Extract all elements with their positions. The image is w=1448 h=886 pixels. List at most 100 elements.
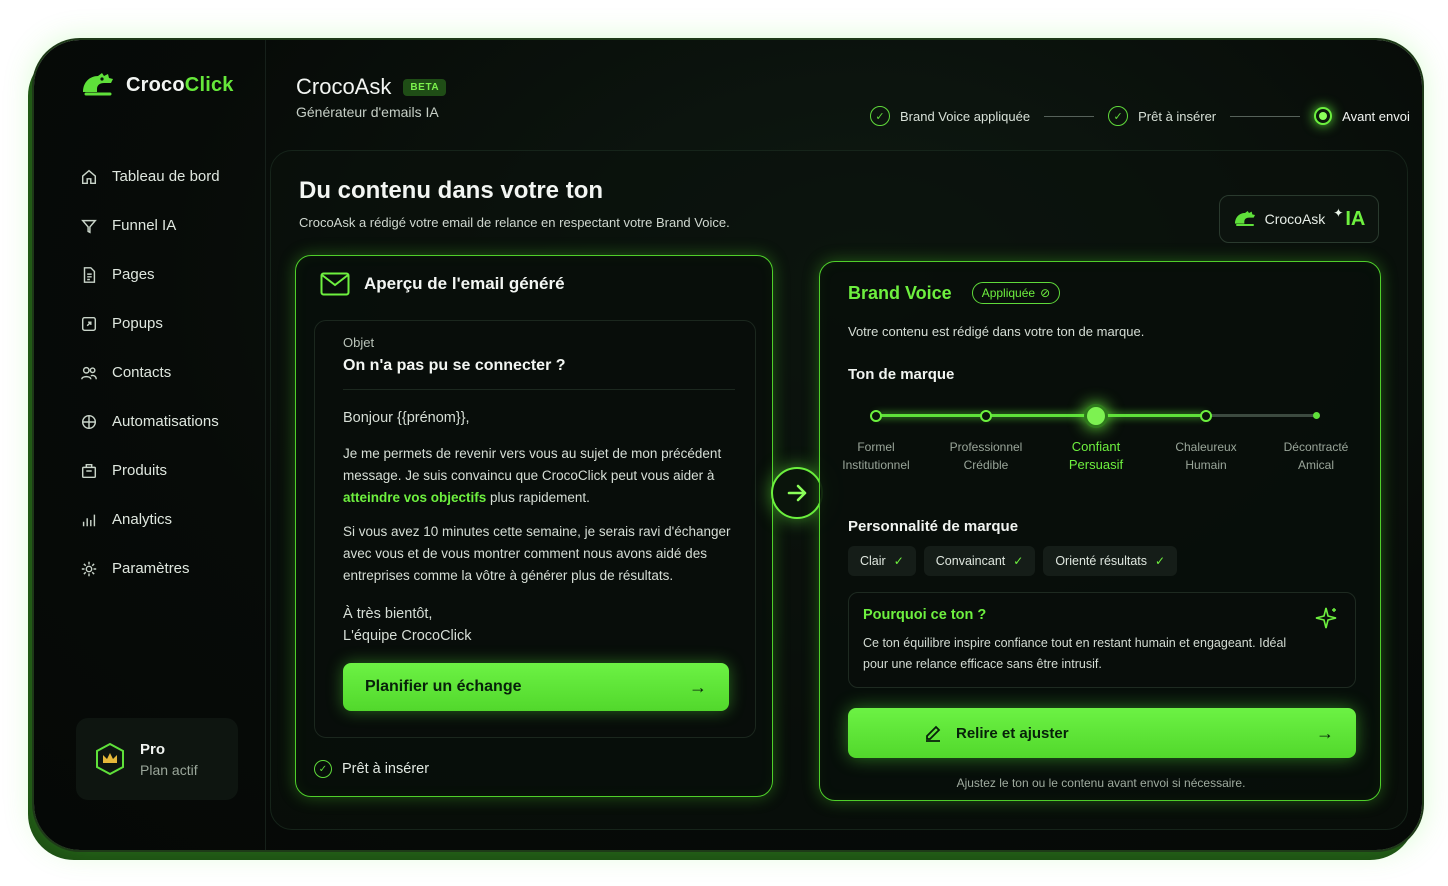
review-adjust-button[interactable]: Relire et ajuster → — [848, 708, 1356, 758]
highlighted-text: atteindre vos objectifs — [343, 490, 487, 505]
trait-tag[interactable]: Orienté résultats ✓ — [1043, 546, 1178, 576]
page-title: CrocoAsk — [296, 74, 392, 99]
plan-card[interactable]: Pro Plan actif — [76, 718, 238, 800]
popup-icon — [81, 316, 97, 331]
email-signature: L'équipe CrocoClick — [343, 628, 472, 644]
step-label: Avant envoi — [1342, 108, 1410, 124]
schedule-call-button[interactable]: Planifier un échange → — [343, 663, 729, 711]
brand-voice-card: Brand Voice Appliquée ⊘ Votre contenu es… — [819, 261, 1381, 801]
button-label: Relire et ajuster — [956, 724, 1069, 742]
tone-option-label[interactable]: Chaleureux Humain — [1151, 438, 1261, 474]
page-subtitle: Générateur d'emails IA — [296, 104, 439, 120]
logo[interactable]: CrocoClick — [80, 70, 234, 100]
page-header: CrocoAsk BETA — [296, 74, 447, 100]
sidebar-item-settings[interactable]: Paramètres — [80, 544, 220, 593]
arrow-right-icon — [787, 484, 807, 502]
check-icon: ✓ — [1108, 106, 1129, 126]
sidebar-item-dashboard[interactable]: Tableau de bord — [80, 152, 220, 201]
contacts-icon — [81, 366, 97, 380]
personality-traits: Clair ✓ Convaincant ✓ Orienté résultats ✓ — [848, 546, 1178, 576]
sidebar-item-label: Contacts — [112, 364, 172, 381]
trait-tag[interactable]: Clair ✓ — [848, 546, 916, 576]
arrow-right-icon: → — [1316, 722, 1334, 743]
sidebar-item-funnel[interactable]: Funnel IA — [80, 201, 220, 250]
step-label: Prêt à insérer — [1138, 108, 1217, 124]
sidebar-item-analytics[interactable]: Analytics — [80, 495, 220, 544]
sidebar-item-label: Tableau de bord — [112, 168, 220, 185]
step-connector — [1230, 115, 1301, 117]
why-title: Pourquoi ce ton ? — [863, 607, 987, 623]
step-label: Brand Voice appliquée — [900, 108, 1031, 124]
arrow-right-icon: → — [689, 676, 707, 697]
email-preview-header: Aperçu de l'email généré — [320, 272, 565, 296]
email-subject: On n'a pas pu se connecter ? — [343, 357, 566, 374]
trait-tag[interactable]: Convaincant ✓ — [923, 546, 1036, 576]
step-before-send: Avant envoi — [1314, 107, 1410, 125]
brand-voice-title: Brand Voice — [848, 282, 952, 303]
sidebar-item-label: Popups — [112, 315, 163, 332]
edit-icon — [926, 725, 941, 742]
plan-name: Pro — [140, 740, 166, 758]
ready-status: ✓ Prêt à insérer — [314, 760, 429, 778]
email-signoff: À très bientôt, L'équipe CrocoClick — [343, 603, 735, 647]
envelope-icon — [320, 272, 350, 296]
tone-knob[interactable] — [1084, 403, 1108, 428]
home-icon — [81, 169, 97, 184]
tone-title: Ton de marque — [848, 366, 955, 383]
divider — [343, 389, 735, 390]
gear-icon — [81, 561, 97, 576]
tone-option-label[interactable]: Confiant Persuasif — [1041, 438, 1151, 474]
tone-slider[interactable] — [870, 403, 1320, 428]
email-paragraph-2: Si vous avez 10 minutes cette semaine, j… — [343, 524, 731, 583]
sparkle-icon — [1315, 607, 1337, 629]
check-icon: ⊘ — [1040, 286, 1051, 300]
beta-badge: BETA — [403, 78, 447, 96]
sidebar: CrocoClick Tableau de bord Funnel IA Pag… — [34, 40, 266, 850]
check-icon: ✓ — [893, 554, 904, 568]
sidebar-item-pages[interactable]: Pages — [80, 250, 220, 299]
email-paragraph-1: Je me permets de revenir vers vous au su… — [343, 446, 722, 505]
main-panel: Du contenu dans votre ton CrocoAsk a réd… — [270, 150, 1408, 830]
ai-badge-name: CrocoAsk — [1264, 211, 1326, 227]
next-arrow-button[interactable] — [771, 467, 823, 519]
crocoask-ia-badge[interactable]: CrocoAsk ✦ IA — [1219, 195, 1379, 243]
personality-title: Personnalité de marque — [848, 518, 1019, 535]
adjust-note: Ajustez le ton ou le contenu avant envoi… — [956, 776, 1246, 790]
applied-badge: Appliquée ⊘ — [971, 282, 1061, 304]
why-text: Ce ton équilibre inspire confiance tout … — [863, 636, 1287, 671]
sidebar-item-label: Analytics — [112, 511, 173, 528]
sidebar-item-label: Produits — [112, 462, 168, 479]
sidebar-item-contacts[interactable]: Contacts — [80, 348, 220, 397]
button-label: Planifier un échange — [365, 678, 522, 695]
sidebar-nav: Tableau de bord Funnel IA Pages Popups C… — [80, 152, 220, 593]
sidebar-item-label: Automatisations — [112, 413, 219, 430]
progress-steps: ✓ Brand Voice appliquée ✓ Prêt à insérer… — [870, 106, 1410, 126]
tone-knob[interactable] — [1200, 409, 1212, 422]
ai-badge-suffix: IA — [1345, 207, 1366, 230]
funnel-icon — [81, 219, 97, 233]
plan-status: Plan actif — [140, 761, 198, 778]
brand-voice-description: Votre contenu est rédigé dans votre ton … — [848, 324, 1145, 339]
tone-knob[interactable] — [870, 409, 882, 422]
sidebar-item-automations[interactable]: Automatisations — [80, 397, 220, 446]
tone-option-label[interactable]: Professionnel Crédible — [931, 438, 1041, 474]
brand-voice-header: Brand Voice Appliquée ⊘ — [848, 282, 1061, 304]
sidebar-item-products[interactable]: Produits — [80, 446, 220, 495]
sidebar-item-label: Funnel IA — [112, 217, 177, 234]
tone-knob[interactable] — [980, 409, 992, 422]
section-subtitle: CrocoAsk a rédigé votre email de relance… — [299, 215, 730, 230]
section-title: Du contenu dans votre ton — [299, 177, 604, 204]
page-icon — [83, 266, 96, 283]
email-greeting: Bonjour {{prénom}}, — [343, 410, 470, 426]
step-connector — [1044, 115, 1095, 117]
sidebar-item-popups[interactable]: Popups — [80, 299, 220, 348]
why-tone-box: Pourquoi ce ton ? Ce ton équilibre inspi… — [848, 592, 1356, 688]
tone-option-label[interactable]: Décontracté Amical — [1261, 438, 1371, 474]
tone-option-label[interactable]: Formel Institutionnel — [821, 438, 931, 474]
tone-knob[interactable] — [1312, 412, 1320, 419]
subject-label: Objet — [343, 335, 375, 350]
check-icon: ✓ — [314, 760, 332, 778]
ready-label: Prêt à insérer — [342, 761, 430, 777]
analytics-icon — [82, 514, 96, 526]
current-step-dot-icon — [1314, 107, 1333, 125]
